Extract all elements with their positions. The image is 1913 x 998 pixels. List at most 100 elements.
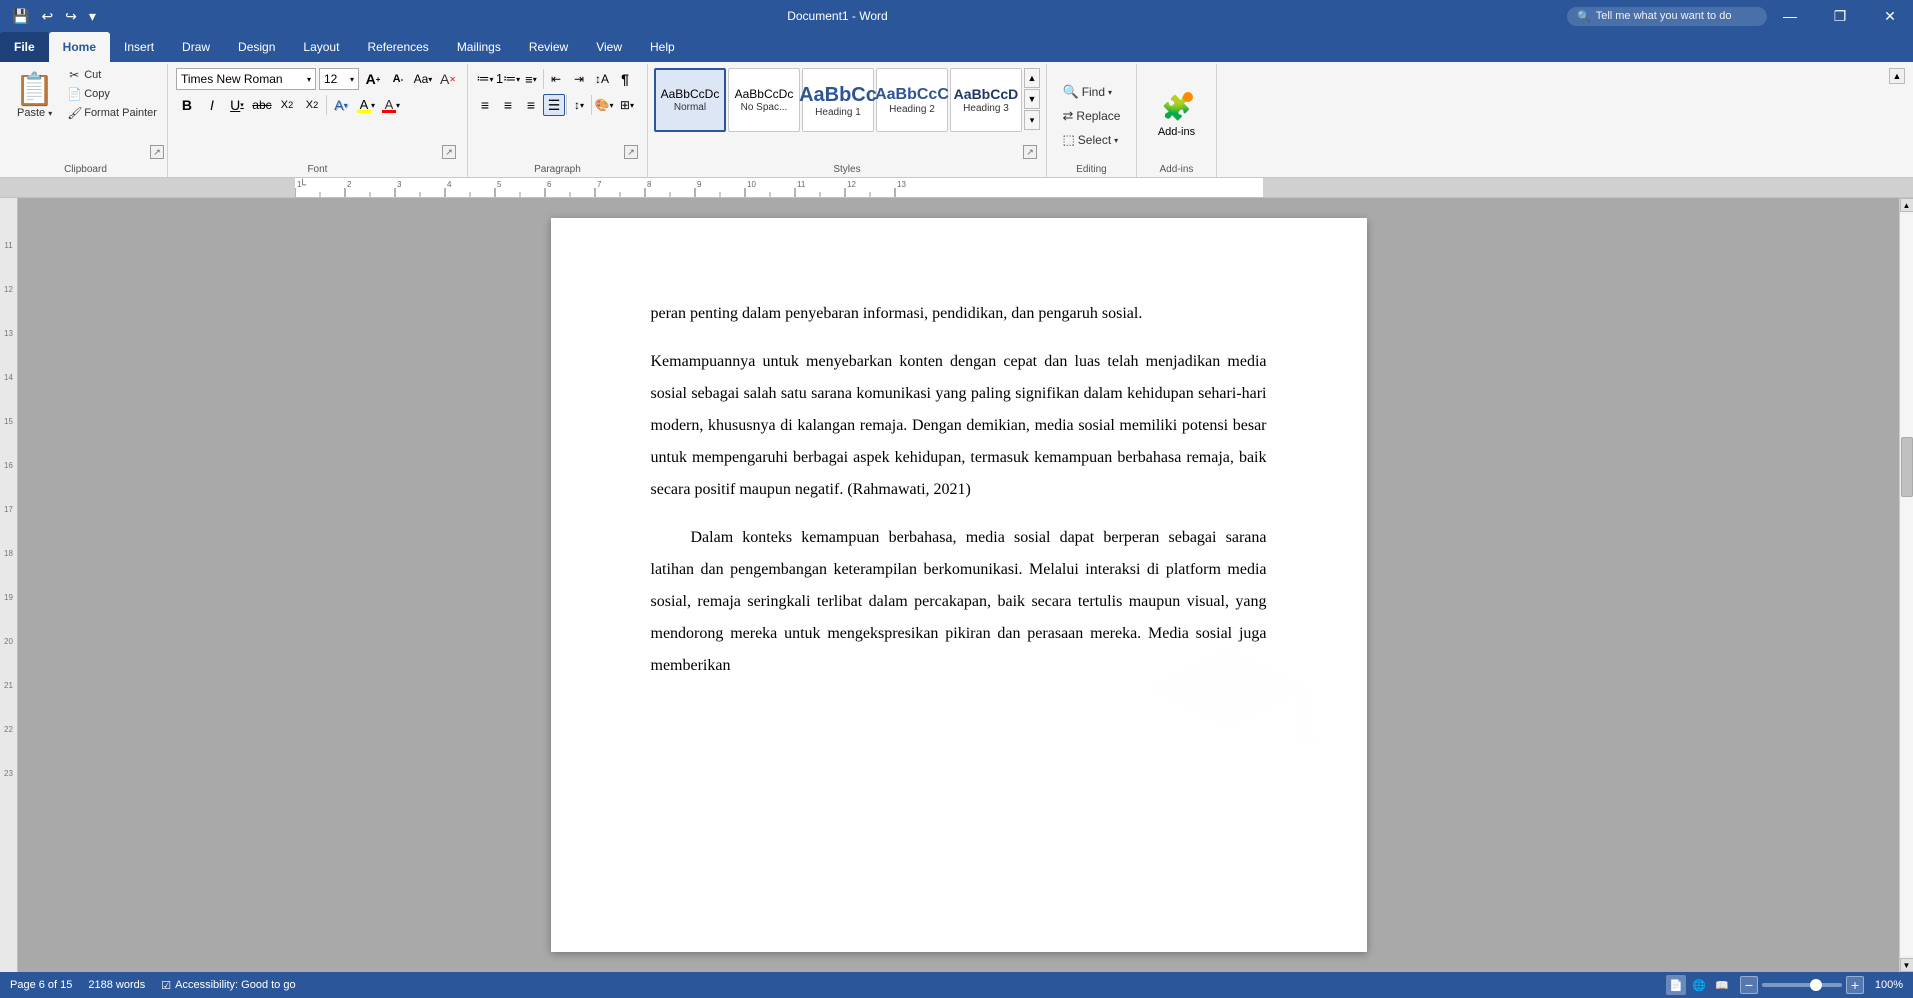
select-button[interactable]: ⬚ Select ▾ bbox=[1058, 129, 1126, 151]
style-no-spacing[interactable]: AaBbCcDc No Spac... bbox=[728, 68, 800, 132]
tab-view[interactable]: View bbox=[582, 32, 636, 62]
font-name-dropdown[interactable]: Times New Roman ▾ bbox=[176, 68, 316, 90]
copy-button[interactable]: 📄 Copy bbox=[63, 85, 161, 103]
style-h1-preview: AaBbCc bbox=[799, 83, 877, 107]
close-button[interactable]: ✕ bbox=[1867, 1, 1913, 31]
tab-layout[interactable]: Layout bbox=[289, 32, 353, 62]
clipboard-expand-button[interactable]: ↗ bbox=[150, 145, 164, 159]
clipboard-small-buttons: ✂ Cut 📄 Copy 🖌 Format Painter bbox=[63, 66, 161, 164]
tab-file[interactable]: File bbox=[0, 32, 49, 62]
font-color-bar bbox=[382, 110, 396, 113]
font-expand-button[interactable]: ↗ bbox=[442, 145, 456, 159]
scroll-down-button[interactable]: ▼ bbox=[1900, 958, 1913, 972]
clear-formatting-button[interactable]: A✕ bbox=[437, 68, 459, 90]
paste-dropdown-arrow[interactable]: ▾ bbox=[48, 109, 52, 118]
borders-button[interactable]: ⊞▾ bbox=[616, 94, 638, 116]
font-size-arrow: ▾ bbox=[350, 75, 354, 84]
style-normal-label: Normal bbox=[674, 102, 706, 113]
zoom-slider-thumb[interactable] bbox=[1810, 979, 1822, 991]
paste-label: Paste ▾ bbox=[17, 107, 52, 119]
find-button[interactable]: 🔍 Find ▾ bbox=[1058, 81, 1126, 103]
read-mode-button[interactable]: 📖 bbox=[1712, 975, 1732, 995]
multilevel-button[interactable]: ≡▾ bbox=[520, 68, 542, 90]
highlight-color-button[interactable]: A ▾ bbox=[355, 94, 377, 116]
increase-indent-button[interactable]: ⇥ bbox=[568, 68, 590, 90]
save-button[interactable]: 💾 bbox=[8, 6, 33, 27]
style-heading1-label: Heading 1 bbox=[815, 107, 861, 118]
ribbon-tabs: File Home Insert Draw Design Layout Refe… bbox=[0, 32, 1913, 62]
customize-qa-button[interactable]: ▾ bbox=[85, 6, 100, 27]
document-scroll-area[interactable]: peran penting dalam penyebaran informasi… bbox=[18, 198, 1899, 972]
replace-button[interactable]: ⇄ Replace bbox=[1058, 105, 1126, 127]
align-left-button[interactable]: ≡ bbox=[474, 94, 496, 116]
styles-expand-button[interactable]: ↗ bbox=[1023, 145, 1037, 159]
font-color-button[interactable]: A ▾ bbox=[380, 94, 402, 116]
undo-button[interactable]: ↩ bbox=[37, 6, 57, 27]
change-case-button[interactable]: Aa▾ bbox=[412, 68, 434, 90]
shading-button[interactable]: 🎨 ▾ bbox=[593, 94, 615, 116]
format-painter-button[interactable]: 🖌 Format Painter bbox=[63, 104, 161, 122]
paste-icon: 📋 bbox=[19, 71, 51, 107]
bold-button[interactable]: B bbox=[176, 94, 198, 116]
tell-me-box[interactable]: 🔍 Tell me what you want to do bbox=[1567, 7, 1767, 26]
grow-font-button[interactable]: A+ bbox=[362, 68, 384, 90]
status-bar: Page 6 of 15 2188 words ☑ Accessibility:… bbox=[0, 972, 1913, 998]
tab-home[interactable]: Home bbox=[49, 32, 110, 62]
tab-design[interactable]: Design bbox=[224, 32, 289, 62]
vertical-scrollbar[interactable]: ▲ ▼ bbox=[1899, 198, 1913, 972]
scroll-thumb[interactable] bbox=[1901, 437, 1913, 497]
document-page[interactable]: peran penting dalam penyebaran informasi… bbox=[551, 218, 1367, 952]
title-bar: 💾 ↩ ↪ ▾ Document1 - Word 🔍 Tell me what … bbox=[0, 0, 1913, 32]
restore-button[interactable]: ❐ bbox=[1817, 1, 1863, 31]
styles-expand[interactable]: ▾ bbox=[1024, 110, 1040, 130]
zoom-slider[interactable] bbox=[1762, 983, 1842, 987]
font-size-dropdown[interactable]: 12 ▾ bbox=[319, 68, 359, 90]
scroll-up-button[interactable]: ▲ bbox=[1900, 198, 1913, 212]
zoom-out-button[interactable]: − bbox=[1740, 976, 1758, 994]
styles-scroll-down[interactable]: ▼ bbox=[1024, 89, 1040, 109]
style-heading2[interactable]: AaBbCcC Heading 2 bbox=[876, 68, 948, 132]
editing-group-label: Editing bbox=[1053, 164, 1130, 177]
tab-draw[interactable]: Draw bbox=[168, 32, 224, 62]
redo-button[interactable]: ↪ bbox=[61, 6, 81, 27]
web-layout-button[interactable]: 🌐 bbox=[1689, 975, 1709, 995]
tab-help[interactable]: Help bbox=[636, 32, 689, 62]
strikethrough-button[interactable]: abc bbox=[251, 94, 273, 116]
scroll-track[interactable] bbox=[1901, 214, 1913, 956]
underline-button[interactable]: U▾ bbox=[226, 94, 248, 116]
add-ins-button[interactable]: 🧩 Add-ins bbox=[1150, 90, 1203, 142]
italic-button[interactable]: I bbox=[201, 94, 223, 116]
tab-references[interactable]: References bbox=[353, 32, 442, 62]
align-center-button[interactable]: ≡ bbox=[497, 94, 519, 116]
tab-review[interactable]: Review bbox=[515, 32, 582, 62]
decrease-indent-button[interactable]: ⇤ bbox=[545, 68, 567, 90]
shrink-font-button[interactable]: A- bbox=[387, 68, 409, 90]
sort-button[interactable]: ↕A bbox=[591, 68, 613, 90]
style-heading3[interactable]: AaBbCcD Heading 3 bbox=[950, 68, 1022, 132]
tab-mailings[interactable]: Mailings bbox=[443, 32, 515, 62]
svg-text:9: 9 bbox=[697, 180, 702, 189]
style-normal[interactable]: AaBbCcDc Normal bbox=[654, 68, 726, 132]
show-paragraph-button[interactable]: ¶ bbox=[614, 68, 636, 90]
zoom-in-button[interactable]: + bbox=[1846, 976, 1864, 994]
cut-button[interactable]: ✂ Cut bbox=[63, 66, 161, 84]
minimize-button[interactable]: — bbox=[1767, 1, 1813, 31]
bullets-button[interactable]: ≔▾ bbox=[474, 68, 496, 90]
print-layout-button[interactable]: 📄 bbox=[1666, 975, 1686, 995]
collapse-ribbon-button[interactable]: ▲ bbox=[1885, 64, 1909, 177]
align-right-button[interactable]: ≡ bbox=[520, 94, 542, 116]
styles-scroll-up[interactable]: ▲ bbox=[1024, 68, 1040, 88]
numbering-button[interactable]: 1≔▾ bbox=[497, 68, 519, 90]
paragraph-3: Dalam konteks kemampuan berbahasa, media… bbox=[651, 522, 1267, 682]
text-effect-button[interactable]: A▾ bbox=[330, 94, 352, 116]
line-spacing-button[interactable]: ↕▾ bbox=[568, 94, 590, 116]
style-heading1[interactable]: AaBbCc Heading 1 bbox=[802, 68, 874, 132]
svg-text:12: 12 bbox=[847, 180, 856, 189]
svg-text:11: 11 bbox=[797, 180, 806, 189]
subscript-button[interactable]: X2 bbox=[276, 94, 298, 116]
superscript-button[interactable]: X2 bbox=[301, 94, 323, 116]
tab-insert[interactable]: Insert bbox=[110, 32, 168, 62]
paste-button[interactable]: 📋 Paste ▾ bbox=[10, 66, 59, 164]
paragraph-expand-button[interactable]: ↗ bbox=[624, 145, 638, 159]
justify-button[interactable]: ☰ bbox=[543, 94, 565, 116]
